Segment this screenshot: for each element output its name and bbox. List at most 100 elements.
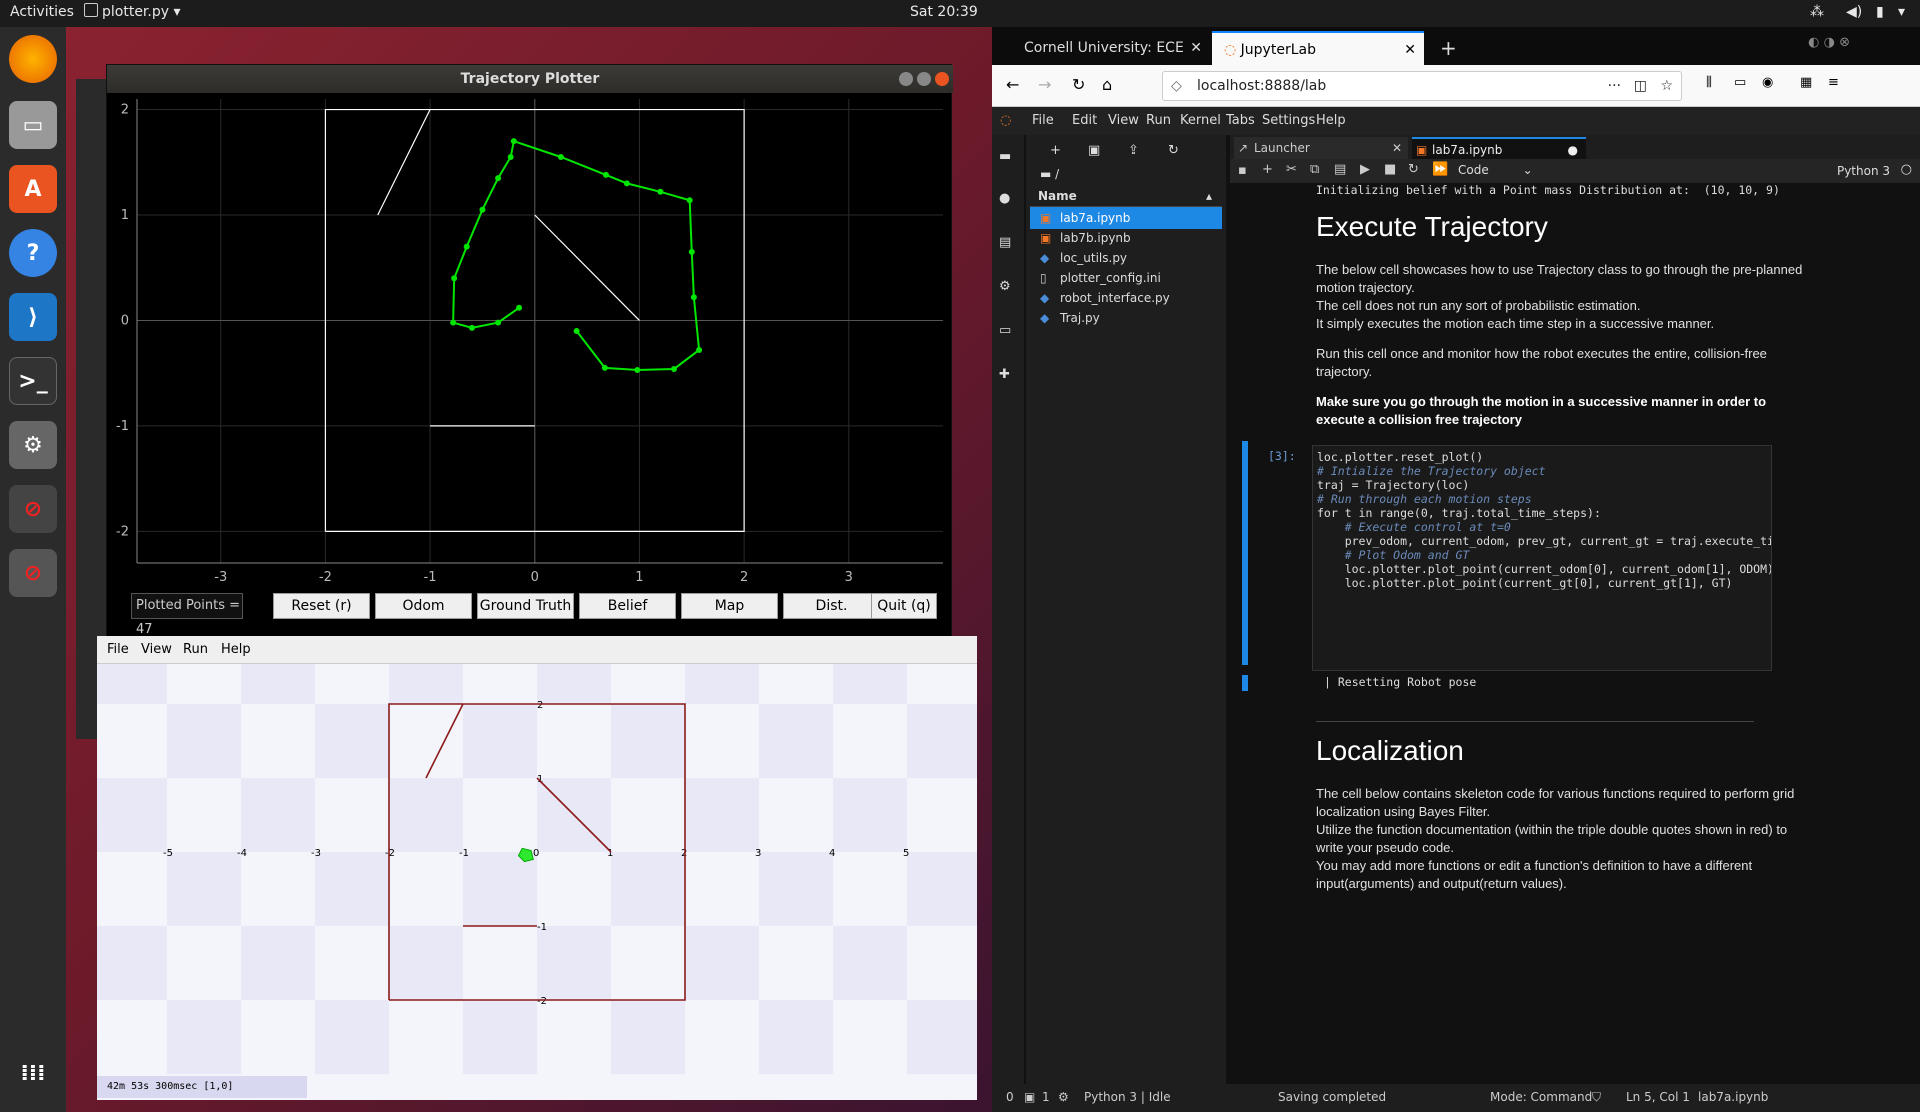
unsaved-dot-icon[interactable]: ● [1568,139,1578,161]
app-menu[interactable]: plotter.py ▾ [102,4,181,20]
menu-kernel[interactable]: Kernel [1180,113,1221,128]
settings-icon[interactable]: ⚙ [9,421,57,469]
app-grid-icon[interactable]: ⁞⁞⁞ [9,1049,57,1097]
mode-status[interactable]: Mode: Command [1490,1090,1592,1104]
new-folder-icon[interactable]: ▣ [1088,143,1100,158]
file-item[interactable]: ▣ lab7a.ipynb [1030,207,1222,229]
shield-icon[interactable]: ◇ [1171,72,1182,100]
code-cell[interactable]: loc.plotter.reset_plot() # Intialize the … [1312,445,1772,671]
battery-icon[interactable]: ▮ [1876,4,1884,20]
reload-icon[interactable]: ↻ [1072,75,1085,94]
status-kernels[interactable]: 1 [1042,1090,1050,1104]
gear-icon[interactable]: ⚙ [1058,1090,1069,1104]
file-item[interactable]: ◆ Traj.py [1030,307,1222,329]
run-icon[interactable]: ▶ [1360,162,1370,177]
menu-help[interactable]: Help [1316,113,1346,128]
blocked-icon[interactable]: ⊘ [9,485,57,533]
map-button[interactable]: Map [681,593,778,619]
minimize-icon[interactable] [899,72,913,86]
save-icon[interactable]: ▪ [1238,163,1247,178]
help-icon[interactable]: ? [9,229,57,277]
extensions-icon[interactable]: ▦ [1800,75,1812,90]
trusted-icon[interactable]: ⛉ [1592,1090,1601,1105]
window-titlebar[interactable]: Trajectory Plotter [107,65,953,93]
network-icon[interactable]: ⁂ [1810,4,1824,20]
close-icon[interactable]: ✕ [1404,33,1416,67]
status-count[interactable]: 0 [1006,1090,1014,1104]
close-icon[interactable]: ✕ [1392,137,1402,159]
file-item[interactable]: ◆ loc_utils.py [1030,247,1222,269]
files-icon[interactable]: ▭ [9,101,57,149]
odom-button[interactable]: Odom [375,593,472,619]
files-header[interactable]: Name ▴ [1030,185,1222,207]
stop-icon[interactable]: ■ [1384,162,1396,177]
menu-run[interactable]: Run [1146,113,1171,128]
menu-view[interactable]: View [141,642,172,657]
commands-icon[interactable]: ▤ [999,235,1011,250]
kernel-name[interactable]: Python 3 [1837,164,1890,178]
reset-button[interactable]: Reset (r) [273,593,370,619]
trajectory-plot[interactable]: -3 -2 -1 0 1 2 3 -2 -1 0 1 2 [107,93,953,583]
file-item[interactable]: ◆ robot_interface.py [1030,287,1222,309]
file-item[interactable]: ▯ plotter_config.ini [1030,267,1222,289]
more-icon[interactable]: ··· [1608,72,1621,100]
blocked-icon[interactable]: ⊘ [9,549,57,597]
tab-cornell[interactable]: Cornell University: ECE 4960✕ [1012,31,1208,90]
activities-button[interactable]: Activities [10,4,74,20]
window-controls[interactable]: ◐ ◑ ⊗ [1808,35,1850,50]
menu-file[interactable]: File [107,642,129,657]
forward-icon[interactable]: → [1038,75,1051,94]
simulator-canvas[interactable]: -5 -4 -3 -2 -1 0 1 2 3 4 521-1-2 [97,664,977,1076]
tabs-icon[interactable]: ▭ [999,323,1011,338]
breadcrumb[interactable]: ▬ / [1040,167,1059,181]
kernel-status[interactable]: Python 3 | Idle [1084,1090,1171,1104]
cut-icon[interactable]: ✂ [1286,162,1297,177]
menu-file[interactable]: File [1032,113,1054,128]
home-icon[interactable]: ⌂ [1102,75,1112,94]
close-icon[interactable] [935,72,949,86]
maximize-icon[interactable] [917,72,931,86]
library-icon[interactable]: ⫼ [1706,75,1712,90]
paste-icon[interactable]: ▤ [1334,162,1346,177]
running-icon[interactable]: ● [999,191,1010,206]
menu-edit[interactable]: Edit [1072,113,1097,128]
file-item[interactable]: ▣ lab7b.ipynb [1030,227,1222,249]
belief-button[interactable]: Belief [579,593,676,619]
quit-button[interactable]: Quit (q) [871,593,937,619]
refresh-icon[interactable]: ↻ [1168,143,1179,158]
clock[interactable]: Sat 20:39 [910,4,978,20]
back-icon[interactable]: ← [1006,75,1019,94]
vscode-icon[interactable]: ⟩ [9,293,57,341]
property-inspector-icon[interactable]: ⚙ [999,279,1011,294]
menu-settings[interactable]: Settings [1262,113,1315,128]
terminal-icon[interactable]: >_ [9,357,57,405]
restart-icon[interactable]: ↻ [1408,162,1419,177]
menu-icon[interactable]: ≡ [1828,75,1839,90]
tab-launcher[interactable]: ↗ Launcher ✕ [1234,137,1408,159]
menu-view[interactable]: View [1108,113,1139,128]
terminal-icon[interactable]: ▣ [1024,1090,1035,1104]
url-bar[interactable]: ◇ localhost:8888/lab ··· ◫ ☆ [1162,71,1682,101]
software-icon[interactable]: A [9,165,57,213]
menu-run[interactable]: Run [183,642,208,657]
tab-notebook[interactable]: ▣ lab7a.ipynb ● [1412,137,1586,159]
upload-icon[interactable]: ⇪ [1128,143,1139,158]
volume-icon[interactable]: ◀) [1846,4,1862,20]
tab-jupyterlab[interactable]: ◌ JupyterLab ✕ [1212,31,1424,65]
sidebar-icon[interactable]: ▭ [1734,75,1746,90]
folder-icon[interactable]: ▬ [999,149,1011,164]
new-tab-button[interactable]: + [1428,31,1458,65]
menu-tabs[interactable]: Tabs [1226,113,1255,128]
chevron-down-icon[interactable]: ▾ [1898,4,1905,20]
pocket-icon[interactable]: ◫ [1634,72,1647,100]
extension-icon[interactable]: ✚ [999,367,1010,382]
cursor-position[interactable]: Ln 5, Col 1 [1626,1090,1690,1104]
copy-icon[interactable]: ⧉ [1310,162,1319,177]
ground-truth-button[interactable]: Ground Truth [477,593,574,619]
new-launcher-icon[interactable]: + [1050,143,1061,158]
firefox-icon[interactable] [9,35,57,83]
add-cell-icon[interactable]: + [1262,162,1273,177]
bookmark-star-icon[interactable]: ☆ [1660,72,1673,100]
cell-type-select[interactable]: Code ⌄ [1458,163,1544,177]
fast-forward-icon[interactable]: ⏩ [1432,162,1448,177]
